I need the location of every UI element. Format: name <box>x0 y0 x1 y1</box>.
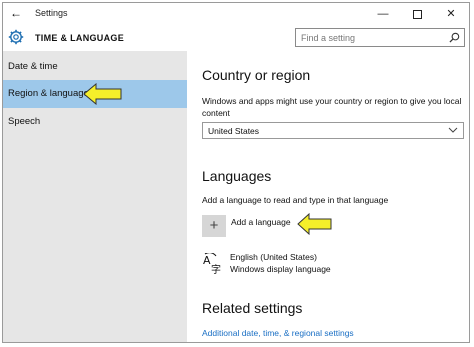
app-title: Settings <box>35 8 68 18</box>
sidebar: Date & time Region & language Speech <box>3 51 187 342</box>
country-dropdown[interactable]: United States <box>202 122 464 139</box>
sidebar-item-speech[interactable]: Speech <box>3 108 187 136</box>
country-value: United States <box>208 126 260 136</box>
country-heading: Country or region <box>202 67 311 83</box>
country-description: Windows and apps might use your country … <box>202 96 462 118</box>
back-arrow-icon[interactable]: ← <box>10 6 22 20</box>
search-input[interactable] <box>301 31 441 44</box>
chevron-down-icon <box>448 127 458 133</box>
maximize-button[interactable] <box>405 5 429 23</box>
minimize-button[interactable]: — <box>371 5 395 23</box>
search-box[interactable] <box>295 28 465 47</box>
svg-text:A: A <box>203 254 211 267</box>
sidebar-item-date-time[interactable]: Date & time <box>3 53 187 81</box>
callout-arrow-icon <box>83 83 122 105</box>
main-content: Country or region Windows and apps might… <box>187 51 469 342</box>
search-icon[interactable] <box>449 32 460 43</box>
language-name[interactable]: English (United States) <box>230 252 317 262</box>
maximize-icon <box>412 9 422 19</box>
add-language-label[interactable]: Add a language <box>231 217 291 227</box>
svg-text:字: 字 <box>211 263 221 275</box>
languages-description: Add a language to read and type in that … <box>202 195 389 205</box>
section-title: TIME & LANGUAGE <box>35 33 124 43</box>
callout-arrow-icon <box>297 213 332 235</box>
settings-window: ← Settings — ✕ TIME & LANGUAGE Date & <box>2 2 470 343</box>
gear-icon <box>8 29 24 45</box>
language-subtitle: Windows display language <box>230 264 331 274</box>
add-language-button[interactable]: + <box>202 215 226 237</box>
languages-heading: Languages <box>202 168 272 184</box>
title-bar: ← Settings — ✕ <box>3 3 469 25</box>
language-icon: A 字 <box>203 253 221 275</box>
close-button[interactable]: ✕ <box>439 5 463 23</box>
related-settings-heading: Related settings <box>202 300 303 316</box>
settings-header: TIME & LANGUAGE <box>3 25 469 51</box>
additional-settings-link[interactable]: Additional date, time, & regional settin… <box>202 328 354 338</box>
